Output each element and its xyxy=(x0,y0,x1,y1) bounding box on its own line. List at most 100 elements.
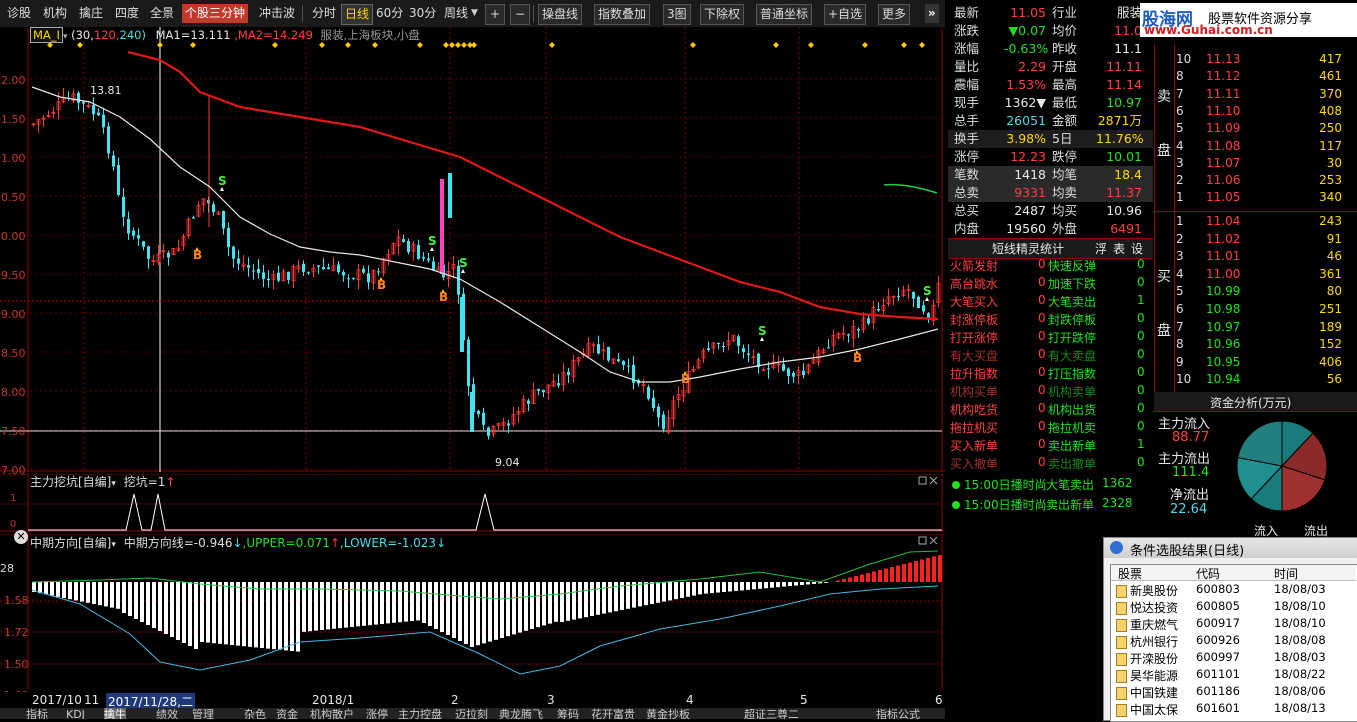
buy-price: 11.02 xyxy=(1206,231,1241,246)
popup-stock-time[interactable]: 18/08/03 xyxy=(1274,650,1326,664)
sell-level: 1 xyxy=(1176,190,1184,205)
tab-chips[interactable]: 筹码 xyxy=(557,708,579,719)
tab-limit-up[interactable]: 涨停 xyxy=(366,708,388,719)
buy-price: 11.04 xyxy=(1206,214,1241,228)
buy-volume: 152 xyxy=(1319,337,1342,352)
direction-title[interactable]: 中期方向[自编] xyxy=(30,536,111,550)
chevron-down-icon[interactable]: ▾ xyxy=(63,32,68,42)
indicator-direction[interactable]: 中期方向[自编]▾ 中期方向线=-0.946↓,UPPER=0.071↑,LOW… xyxy=(0,530,945,702)
tool-qinzhuang[interactable]: 擒庄 xyxy=(76,4,106,23)
sell-volume: 408 xyxy=(1319,103,1342,118)
tab-institution[interactable]: 机构散户 xyxy=(310,708,354,719)
tool-jigou[interactable]: 机构 xyxy=(40,4,70,23)
popup-stock-code[interactable]: 600997 xyxy=(1196,650,1240,664)
popup-stock-time[interactable]: 18/08/10 xyxy=(1274,616,1326,630)
popup-stock-code[interactable]: 600926 xyxy=(1196,633,1240,647)
popup-stock-time[interactable]: 18/08/22 xyxy=(1274,667,1326,681)
tab-flower[interactable]: 花开富贵 xyxy=(591,708,635,719)
collapse-icon[interactable]: » xyxy=(925,4,939,23)
popup-stock-name[interactable]: 新奥股份 xyxy=(1130,582,1178,599)
tab-guanli[interactable]: 管理 xyxy=(192,708,214,719)
popup-stock-code[interactable]: 600917 xyxy=(1196,616,1240,630)
menu-ex-rights[interactable]: 下除权 xyxy=(700,4,745,25)
popup-stock-name[interactable]: 中国铁建 xyxy=(1130,684,1178,701)
popup-stock-time[interactable]: 18/08/10 xyxy=(1274,599,1326,613)
ma-selector[interactable]: MA_I xyxy=(30,27,63,43)
popup-stock-time[interactable]: 18/08/03 xyxy=(1274,582,1326,596)
tab-timeshare[interactable]: 分时 xyxy=(309,4,339,23)
col-stock[interactable]: 股票 xyxy=(1118,565,1142,582)
popup-stock-time[interactable]: 18/08/08 xyxy=(1274,633,1326,647)
menu-watchlist[interactable]: +自选 xyxy=(824,4,867,25)
tab-kdj[interactable]: KDJ xyxy=(66,708,85,719)
sell-volume: 117 xyxy=(1319,138,1342,153)
col-time[interactable]: 时间 xyxy=(1274,565,1298,582)
tool-sidu[interactable]: 四度 xyxy=(112,4,142,23)
tab-formula[interactable]: 指标公式 xyxy=(876,708,920,719)
chevron-down-icon[interactable]: ▾ xyxy=(111,479,116,489)
zoom-out-button[interactable]: − xyxy=(510,4,530,25)
col-code[interactable]: 代码 xyxy=(1196,565,1220,582)
chevron-down-icon[interactable]: ▼ xyxy=(468,4,481,23)
tab-daily[interactable]: 日线 xyxy=(341,4,374,25)
popup-stock-code[interactable]: 601186 xyxy=(1196,684,1240,698)
menu-three-charts[interactable]: 3图 xyxy=(663,4,691,25)
popup-stock-code[interactable]: 601101 xyxy=(1196,667,1240,681)
quote-label: 金额 xyxy=(1052,113,1078,128)
popup-stock-time[interactable]: 18/08/06 xyxy=(1274,684,1326,698)
tab-gold[interactable]: 黄金抄板 xyxy=(646,708,690,719)
kline-chart[interactable]: SSSSSBBBBB MA_I ▾ (30,120,240) MA1=13.111… xyxy=(0,27,945,692)
menu-coordinates[interactable]: 普通坐标 xyxy=(756,4,813,25)
tab-control[interactable]: 主力控盘 xyxy=(398,708,442,719)
tab-30min[interactable]: 30分 xyxy=(406,4,439,23)
buy-price: 10.97 xyxy=(1206,319,1241,334)
tab-dragon[interactable]: 典龙腾飞 xyxy=(499,708,543,719)
menu-index-overlay[interactable]: 指数叠加 xyxy=(594,4,651,25)
tab-weekly[interactable]: 周线 xyxy=(441,4,471,23)
buy-level: 2 xyxy=(1176,231,1184,246)
popup-stock-name[interactable]: 开滦股份 xyxy=(1130,650,1178,667)
sell-price: 11.10 xyxy=(1206,103,1241,118)
tool-impact-wave[interactable]: 冲击波 xyxy=(256,4,298,23)
popup-stock-name[interactable]: 杭州银行 xyxy=(1130,633,1178,650)
popup-stock-name[interactable]: 重庆燃气 xyxy=(1130,616,1178,633)
popup-stock-code[interactable]: 601601 xyxy=(1196,701,1240,715)
stats-right-label: 卖出撤单 xyxy=(1048,457,1097,471)
stock-selection-window[interactable]: 条件选股结果(日线) 股票 代码 时间 新奥股份 600803 18/08/03 悦达… xyxy=(1103,537,1357,722)
zoom-in-button[interactable]: + xyxy=(485,4,505,25)
direction-canvas xyxy=(0,533,945,690)
tab-jixiao[interactable]: 绩效 xyxy=(156,708,178,719)
pit-title[interactable]: 主力挖坑[自编] xyxy=(30,475,111,489)
quote-value: 10.01 xyxy=(1106,149,1142,164)
menu-more[interactable]: 更多 xyxy=(878,4,911,25)
stats-tab-settings[interactable]: 设 xyxy=(1131,240,1143,257)
tab-indicator[interactable]: 指标 xyxy=(26,708,48,719)
popup-stock-name[interactable]: 中国太保 xyxy=(1130,701,1178,718)
tab-zase[interactable]: 杂色 xyxy=(244,708,266,719)
popup-stock-time[interactable]: 18/08/13 xyxy=(1274,701,1326,715)
menu-operation-line[interactable]: 操盘线 xyxy=(538,4,583,25)
tool-quanjing[interactable]: 全景 xyxy=(147,4,177,23)
chevron-down-icon[interactable]: ▾ xyxy=(111,540,116,550)
stats-left-label: 拖拉机买 xyxy=(950,421,999,435)
tab-zijin[interactable]: 资金 xyxy=(276,708,298,719)
indicator-pit[interactable]: 主力挖坑[自编]▾ 挖坑=1↑ 1 0 xyxy=(0,473,945,532)
stats-left-label: 火箭发射 xyxy=(950,259,999,273)
buy-volume: 406 xyxy=(1319,354,1342,369)
tab-qinniu[interactable]: 擒牛 xyxy=(104,708,126,719)
popup-stock-name[interactable]: 悦达投资 xyxy=(1130,599,1178,616)
popup-stock-name[interactable]: 昊华能源 xyxy=(1130,667,1178,684)
popup-stock-code[interactable]: 600805 xyxy=(1196,599,1240,613)
tool-three-minutes[interactable]: 个股三分钟 xyxy=(182,4,249,23)
lower-value: ,LOWER=-1.023 xyxy=(340,536,437,550)
stats-tab-float[interactable]: 浮 xyxy=(1095,240,1107,257)
tool-zhengu[interactable]: 诊股 xyxy=(4,4,34,23)
stats-left-count: 0 xyxy=(1038,383,1046,397)
stats-tab-table[interactable]: 表 xyxy=(1113,240,1125,257)
tab-super[interactable]: 超证三尊二 xyxy=(744,708,799,719)
tab-60min[interactable]: 60分 xyxy=(373,4,406,23)
sell-level: 6 xyxy=(1176,103,1184,118)
tab-mailake[interactable]: 迈拉刻 xyxy=(455,708,488,719)
popup-stock-code[interactable]: 600803 xyxy=(1196,582,1240,596)
close-icon[interactable]: ✕ xyxy=(14,530,28,544)
